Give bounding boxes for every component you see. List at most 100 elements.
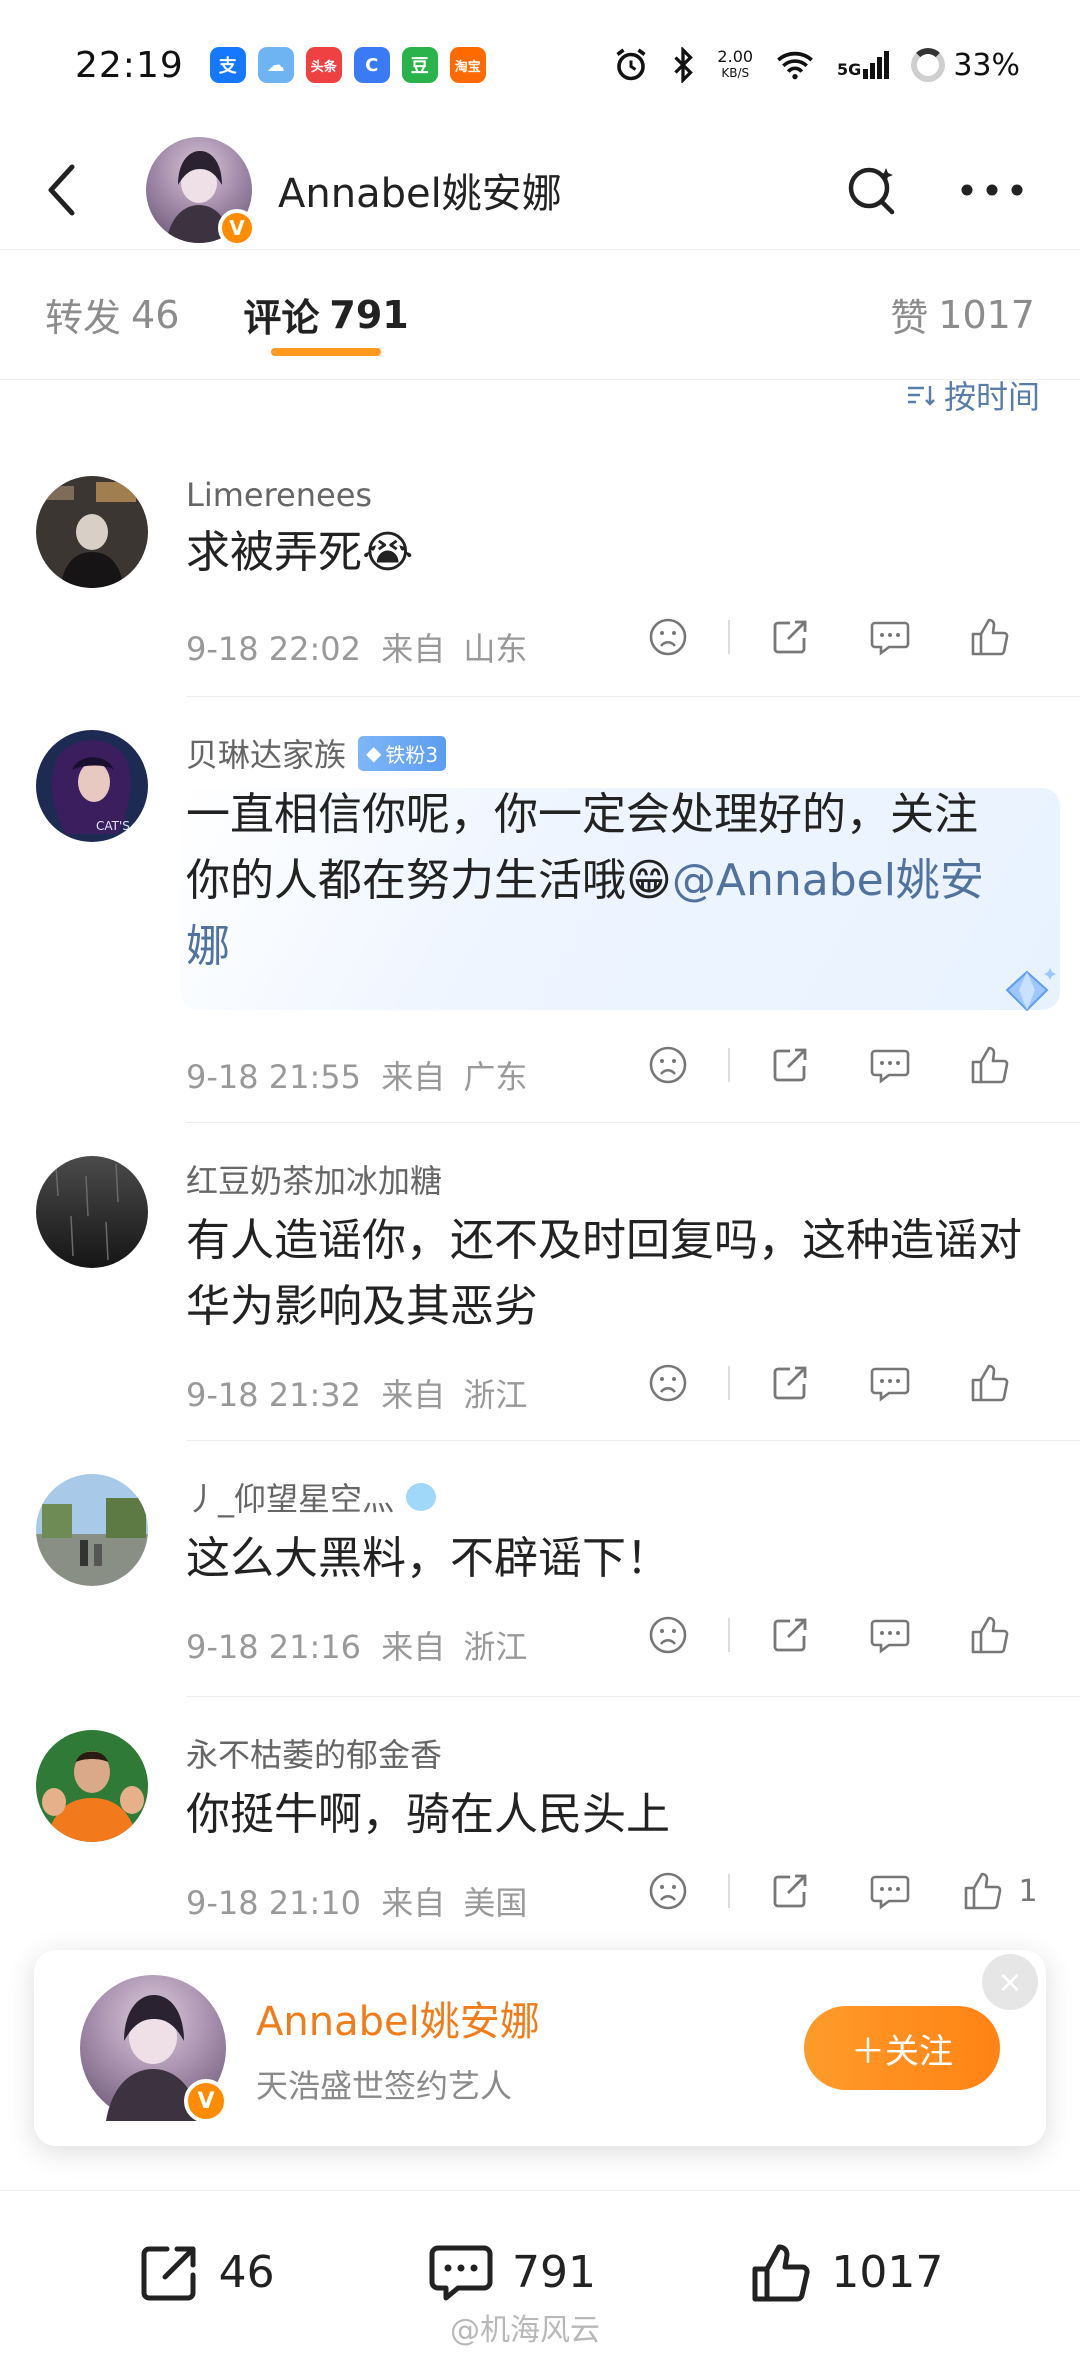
follow-card-subtitle: 天浩盛世签约艺人 bbox=[256, 2067, 513, 2105]
battery-level: 33% bbox=[953, 47, 1020, 83]
alipay-icon: 支 bbox=[209, 47, 246, 83]
like-button[interactable] bbox=[940, 616, 1040, 658]
dislike-button[interactable] bbox=[618, 1363, 718, 1403]
back-button[interactable] bbox=[36, 155, 86, 225]
share-button[interactable] bbox=[740, 1045, 840, 1085]
commenter-name[interactable]: 红豆奶茶加冰加糖 bbox=[186, 1156, 1044, 1202]
reply-button[interactable] bbox=[840, 1871, 940, 1911]
comment-location: 山东 bbox=[463, 630, 528, 668]
bottom-repost-button[interactable]: 46 bbox=[137, 2241, 275, 2305]
comment-from: 来自 bbox=[381, 630, 446, 668]
browser-icon: C bbox=[353, 47, 390, 83]
comment-actions bbox=[618, 1362, 1040, 1404]
comment-time: 9-18 22:02 bbox=[186, 630, 362, 668]
follow-button[interactable]: ＋关注 bbox=[804, 2006, 1000, 2090]
tab-comments[interactable]: 评论 791 bbox=[243, 250, 409, 380]
fan-badge: ◆ 铁粉3 bbox=[358, 735, 447, 771]
author-avatar[interactable]: V bbox=[146, 136, 256, 247]
share-button[interactable] bbox=[740, 1615, 840, 1655]
commenter-avatar[interactable] bbox=[36, 1156, 148, 1268]
share-icon bbox=[773, 620, 807, 654]
verified-icon: V bbox=[218, 208, 256, 247]
fan-badge-text: 铁粉3 bbox=[385, 742, 439, 767]
dislike-button[interactable] bbox=[618, 617, 718, 657]
share-button[interactable] bbox=[740, 617, 840, 657]
tab-reposts-count: 46 bbox=[131, 292, 180, 337]
water-drop-icon bbox=[406, 1483, 437, 1511]
comment-text: 求被弄死😭 bbox=[186, 527, 414, 578]
thumbs-up-icon bbox=[971, 618, 1009, 656]
frown-icon bbox=[649, 1616, 687, 1654]
comment-actions bbox=[618, 1614, 1040, 1656]
tab-likes-count: 1017 bbox=[938, 292, 1035, 337]
action-divider bbox=[728, 1048, 730, 1082]
net-speed: 2.00 KB/S bbox=[717, 49, 753, 81]
reply-button[interactable] bbox=[840, 1615, 940, 1655]
bottom-comment-count: 791 bbox=[512, 2247, 596, 2298]
commenter-name[interactable]: 永不枯萎的郁金香 bbox=[186, 1730, 1044, 1776]
comment-time: 9-18 21:16 bbox=[186, 1628, 362, 1666]
bottom-like-count: 1017 bbox=[831, 2247, 944, 2298]
close-button[interactable]: × bbox=[982, 1954, 1038, 2010]
comment-time: 9-18 21:55 bbox=[186, 1058, 362, 1096]
commenter-name-text: Limerenees bbox=[186, 476, 373, 514]
comment-icon bbox=[870, 1875, 910, 1910]
like-button[interactable]: 1 bbox=[940, 1870, 1060, 1912]
share-button[interactable] bbox=[740, 1871, 840, 1911]
badge-diamond-icon: ◆ bbox=[366, 741, 382, 765]
dislike-button[interactable] bbox=[618, 1615, 718, 1655]
bottom-repost-count: 46 bbox=[218, 2247, 275, 2298]
follow-card-name[interactable]: Annabel姚安娜 bbox=[256, 1989, 540, 2047]
tab-likes[interactable]: 赞 1017 bbox=[890, 250, 1035, 380]
commenter-name[interactable]: 贝琳达家族 ◆ 铁粉3 bbox=[186, 730, 1044, 776]
comment-text: 你挺牛啊，骑在人民头上 bbox=[186, 1789, 670, 1840]
comment-from: 来自 bbox=[381, 1058, 446, 1096]
comment-location: 美国 bbox=[463, 1884, 528, 1922]
header: V Annabel姚安娜 bbox=[0, 130, 1080, 250]
like-button[interactable] bbox=[940, 1614, 1040, 1656]
comment-divider bbox=[186, 1696, 1080, 1697]
reply-button[interactable] bbox=[840, 617, 940, 657]
like-button[interactable] bbox=[940, 1362, 1040, 1404]
page-title: Annabel姚安娜 bbox=[278, 170, 562, 217]
commenter-avatar[interactable] bbox=[36, 1474, 148, 1586]
thumbs-up-icon bbox=[971, 1046, 1009, 1084]
frown-icon bbox=[649, 1872, 687, 1910]
commenter-name-text: 贝琳达家族 bbox=[186, 736, 347, 774]
dislike-button[interactable] bbox=[618, 1045, 718, 1085]
comment-meta: 9-18 21:10 来自 美国 bbox=[186, 1878, 527, 1924]
action-divider bbox=[728, 1618, 730, 1652]
tab-likes-label: 赞 bbox=[890, 296, 929, 340]
more-icon[interactable] bbox=[960, 183, 1024, 197]
dislike-button[interactable] bbox=[618, 1871, 718, 1911]
douban-icon: 豆 bbox=[401, 47, 438, 83]
comment-meta: 9-18 22:02 来自 山东 bbox=[186, 624, 527, 670]
notification-icons: 支 ☁ 头条 C 豆 淘宝 bbox=[209, 47, 486, 83]
commenter-name[interactable]: 丿_仰望星空灬 bbox=[186, 1474, 1044, 1520]
thumbs-up-icon bbox=[752, 2244, 810, 2301]
frown-icon bbox=[649, 618, 687, 656]
comment-from: 来自 bbox=[381, 1884, 446, 1922]
reply-button[interactable] bbox=[840, 1363, 940, 1403]
sort-button[interactable]: 按时间 bbox=[906, 372, 1040, 418]
tab-reposts[interactable]: 转发 46 bbox=[45, 250, 179, 380]
like-button[interactable] bbox=[940, 1044, 1040, 1086]
comment-location: 浙江 bbox=[463, 1376, 528, 1414]
comment-actions bbox=[618, 616, 1040, 658]
follow-card: V Annabel姚安娜 天浩盛世签约艺人 ＋关注 × bbox=[34, 1950, 1046, 2146]
status-bar: 22:19 支 ☁ 头条 C 豆 淘宝 2.00 KB/S 5G 33% bbox=[0, 0, 1080, 130]
wifi-icon bbox=[777, 51, 813, 80]
share-button[interactable] bbox=[740, 1363, 840, 1403]
search-icon[interactable] bbox=[844, 162, 900, 218]
svg-text:CAT'S: CAT'S bbox=[96, 819, 130, 833]
signal-icon: 5G bbox=[837, 51, 890, 79]
commenter-avatar[interactable] bbox=[36, 1730, 148, 1842]
follow-card-avatar[interactable]: V bbox=[80, 1975, 228, 2123]
reply-button[interactable] bbox=[840, 1045, 940, 1085]
bottom-like-button[interactable]: 1017 bbox=[749, 2241, 943, 2305]
commenter-avatar[interactable]: CAT'S bbox=[36, 730, 148, 842]
commenter-name[interactable]: Limerenees bbox=[186, 476, 1044, 514]
share-icon bbox=[773, 1366, 807, 1400]
bottom-comment-button[interactable]: 791 bbox=[428, 2242, 596, 2304]
commenter-avatar[interactable] bbox=[36, 476, 148, 588]
